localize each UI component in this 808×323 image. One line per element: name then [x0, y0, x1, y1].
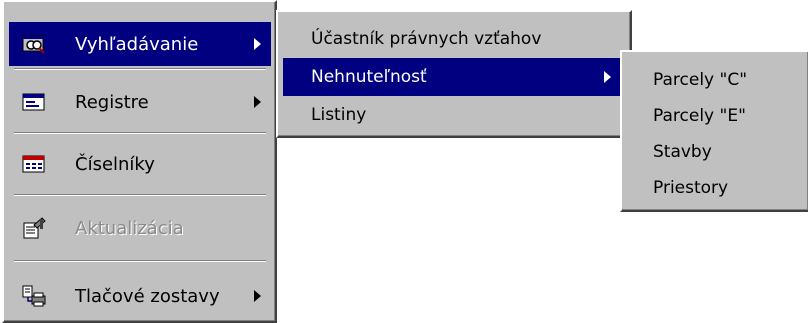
- menu-item-vyhladavanie[interactable]: Vyhľadávanie: [9, 22, 271, 66]
- submenu-arrow-icon: [254, 96, 261, 108]
- update-document-icon: [23, 217, 46, 239]
- submenu-nehnutelnost: Parcely "C" Parcely "E" Stavby Priestory: [620, 50, 808, 212]
- submenu-arrow-icon: [604, 71, 611, 83]
- menu-item-label: Priestory: [653, 178, 729, 198]
- menu-item-label: Vyhľadávanie: [75, 33, 199, 55]
- menu-separator: [14, 260, 266, 262]
- menu-item-aktualizacia[interactable]: Aktualizácia: [9, 206, 271, 250]
- menu-item-ciselniky[interactable]: Číselníky: [9, 142, 271, 186]
- menu-item-label: Parcely "C": [653, 70, 748, 90]
- menu-item-listiny[interactable]: Listiny: [283, 96, 625, 134]
- menu-item-stavby[interactable]: Stavby: [627, 134, 803, 170]
- register-window-icon: [22, 93, 45, 111]
- menu-item-label: Registre: [75, 91, 149, 113]
- menu-separator: [14, 132, 266, 134]
- menu-item-label: Stavby: [653, 142, 712, 162]
- menu-separator: [14, 194, 266, 196]
- submenu-arrow-icon: [254, 38, 261, 50]
- menu-item-label: Nehnuteľnosť: [311, 67, 427, 87]
- submenu-vyhladavanie: Účastník právnych vzťahov Nehnuteľnosť L…: [276, 10, 632, 138]
- codelist-table-icon: [22, 155, 45, 173]
- menu-item-label: Aktualizácia: [75, 217, 184, 239]
- menu-item-nehnutelnost[interactable]: Nehnuteľnosť: [283, 58, 625, 96]
- menu-item-ucastnik[interactable]: Účastník právnych vzťahov: [283, 20, 625, 58]
- menu-item-tlacove-zostavy[interactable]: Tlačové zostavy: [9, 274, 271, 318]
- main-menu: Vyhľadávanie Registre Číselníky Aktualiz…: [2, 0, 277, 323]
- menu-item-label: Číselníky: [75, 153, 155, 175]
- search-binoculars-icon: [22, 35, 45, 54]
- menu-separator: [14, 68, 266, 70]
- menu-item-label: Tlačové zostavy: [75, 285, 220, 307]
- menu-item-label: Parcely "E": [653, 106, 746, 126]
- print-reports-icon: [22, 285, 46, 307]
- menu-item-parcely-e[interactable]: Parcely "E": [627, 98, 803, 134]
- menu-item-label: Listiny: [311, 105, 367, 125]
- menu-item-priestory[interactable]: Priestory: [627, 170, 803, 206]
- menu-item-label: Účastník právnych vzťahov: [311, 29, 542, 49]
- submenu-arrow-icon: [254, 290, 261, 302]
- menu-item-registre[interactable]: Registre: [9, 80, 271, 124]
- menu-item-parcely-c[interactable]: Parcely "C": [627, 62, 803, 98]
